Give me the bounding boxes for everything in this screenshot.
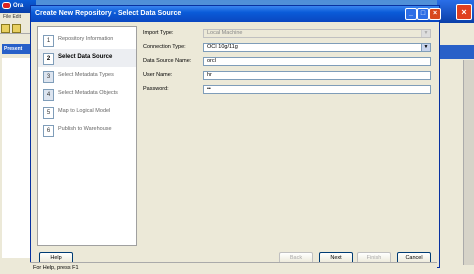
step-label: Repository Information (58, 36, 114, 42)
chevron-down-icon[interactable]: ▼ (421, 44, 430, 51)
status-bar: For Help, press F1 (30, 262, 437, 274)
step-label: Select Metadata Objects (58, 90, 118, 96)
dialog-title: Create New Repository - Select Data Sour… (35, 10, 182, 17)
background-app-titlebar-right: × (437, 0, 474, 23)
connection-type-value: OCI 10g/11g (207, 44, 238, 50)
user-name-label: User Name: (143, 72, 173, 78)
wizard-steps-panel: 1 Repository Information 2 Select Data S… (37, 26, 137, 246)
user-name-input[interactable]: hr (203, 71, 431, 80)
close-icon[interactable]: × (429, 8, 441, 20)
wizard-step[interactable]: 3 Select Metadata Types (38, 67, 136, 85)
step-label: Publish to Warehouse (58, 126, 112, 132)
wizard-step-active[interactable]: 2 Select Data Source (38, 49, 136, 67)
import-type-select: Local Machine ▼ (203, 29, 431, 38)
password-value: •• (207, 86, 211, 92)
connection-type-select[interactable]: OCI 10g/11g ▼ (203, 43, 431, 52)
close-icon[interactable]: × (456, 4, 472, 20)
create-repository-dialog: Create New Repository - Select Data Sour… (30, 5, 441, 268)
minimize-icon[interactable]: _ (405, 8, 417, 20)
status-text: For Help, press F1 (33, 265, 79, 271)
new-file-icon[interactable] (1, 24, 10, 33)
open-folder-icon[interactable] (12, 24, 21, 33)
step-number: 1 (43, 35, 54, 47)
wizard-step[interactable]: 4 Select Metadata Objects (38, 85, 136, 103)
step-number: 3 (43, 71, 54, 83)
step-label: Select Metadata Types (58, 72, 114, 78)
step-number: 2 (43, 53, 54, 65)
oracle-icon (2, 1, 11, 9)
password-label: Password: (143, 86, 169, 92)
dialog-titlebar: Create New Repository - Select Data Sour… (31, 6, 441, 22)
chevron-down-icon: ▼ (421, 30, 430, 37)
password-input[interactable]: •• (203, 85, 431, 94)
scrollbar[interactable] (463, 60, 474, 265)
import-type-value: Local Machine (207, 30, 243, 36)
step-label: Select Data Source (58, 54, 113, 60)
wizard-step[interactable]: 6 Publish to Warehouse (38, 121, 136, 139)
background-app-title: Ora (13, 3, 24, 9)
background-app-right-edge: × (437, 0, 474, 274)
maximize-icon[interactable]: □ (417, 8, 429, 20)
import-type-label: Import Type: (143, 30, 174, 36)
step-number: 6 (43, 125, 54, 137)
panel-header-right (437, 45, 474, 59)
step-number: 5 (43, 107, 54, 119)
wizard-step[interactable]: 5 Map to Logical Model (38, 103, 136, 121)
data-source-name-value: orcl (207, 58, 216, 64)
data-source-name-label: Data Source Name: (143, 58, 192, 64)
step-label: Map to Logical Model (58, 108, 111, 114)
step-number: 4 (43, 89, 54, 101)
data-source-name-input[interactable]: orcl (203, 57, 431, 66)
user-name-value: hr (207, 72, 212, 78)
connection-type-label: Connection Type: (143, 44, 186, 50)
wizard-step[interactable]: 1 Repository Information (38, 31, 136, 49)
